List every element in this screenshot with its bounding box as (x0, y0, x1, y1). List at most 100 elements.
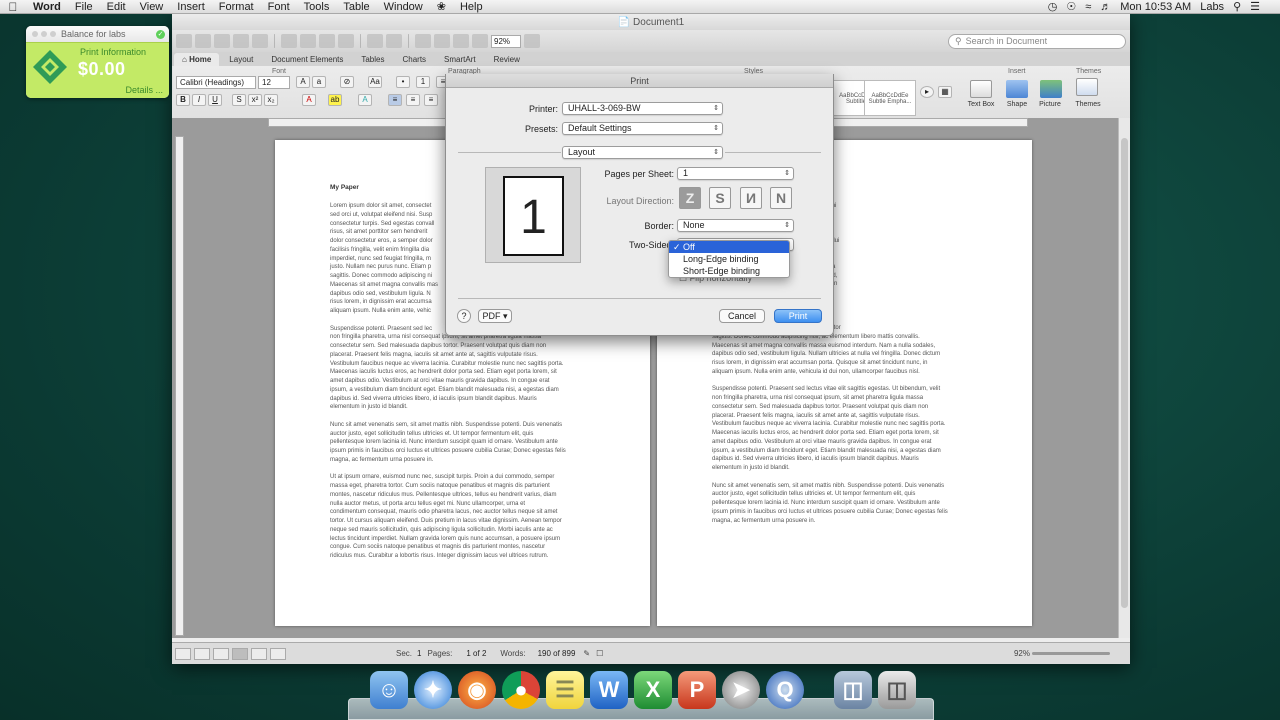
menu-table[interactable]: Table (336, 0, 376, 14)
cancel-button[interactable]: Cancel (719, 309, 765, 323)
launchpad-icon[interactable]: ➤ (722, 671, 760, 709)
shrink-font-icon[interactable]: a (312, 76, 326, 88)
safari-icon[interactable]: ✦ (414, 671, 452, 709)
chrome-icon[interactable]: ● (502, 671, 540, 709)
finder-icon[interactable]: ☺ (370, 671, 408, 709)
print-button[interactable]: Print (774, 309, 822, 323)
firefox-icon[interactable]: ◉ (458, 671, 496, 709)
menu-help[interactable]: Help (453, 0, 490, 14)
media-browser-icon[interactable] (472, 34, 488, 48)
powerpoint-icon[interactable]: P (678, 671, 716, 709)
underline-icon[interactable]: U (208, 94, 222, 106)
font-color-icon[interactable]: A (302, 94, 316, 106)
clear-formatting-icon[interactable]: ⊘ (340, 76, 354, 88)
text-box-icon[interactable] (970, 80, 992, 98)
superscript-icon[interactable]: x² (248, 94, 262, 106)
print-icon[interactable] (252, 34, 268, 48)
grow-font-icon[interactable]: A (296, 76, 310, 88)
minimize-dot-icon[interactable] (41, 31, 47, 37)
bullets-icon[interactable]: • (396, 76, 410, 88)
copy-icon[interactable] (300, 34, 316, 48)
two-sided-option-off[interactable]: ✓ Off (669, 241, 789, 253)
stickies-icon[interactable]: ☰ (546, 671, 584, 709)
layout-direction-s-icon[interactable]: S (709, 187, 731, 209)
picture-icon[interactable] (1040, 80, 1062, 98)
focus-view-icon[interactable] (270, 647, 286, 660)
outline-view-icon[interactable] (194, 647, 210, 660)
sidebar-icon[interactable] (434, 34, 450, 48)
pages-per-sheet-select[interactable]: 1 ⇕ (677, 167, 794, 180)
menu-font[interactable]: Font (261, 0, 297, 14)
menu-insert[interactable]: Insert (170, 0, 212, 14)
menu-view[interactable]: View (133, 0, 171, 14)
help-icon[interactable] (524, 34, 540, 48)
volume-icon[interactable]: ♬ (1100, 0, 1111, 14)
print-section-select[interactable]: Layout ⇕ (562, 146, 723, 159)
styles-pane-icon[interactable]: ▦ (938, 86, 952, 98)
track-changes-icon[interactable]: ☐ (596, 649, 603, 658)
menu-tools[interactable]: Tools (297, 0, 337, 14)
layout-direction-reverse-n-icon[interactable]: И (740, 187, 762, 209)
align-right-icon[interactable]: ≡ (424, 94, 438, 106)
spotlight-icon[interactable]: ⚲ (1233, 0, 1241, 14)
font-name-field[interactable]: Calibri (Headings) (176, 76, 256, 89)
border-select[interactable]: None ⇕ (677, 219, 794, 232)
layout-direction-n-icon[interactable]: N (770, 187, 792, 209)
show-paragraph-icon[interactable] (415, 34, 431, 48)
search-input[interactable]: ⚲ Search in Document (948, 33, 1126, 49)
vertical-scrollbar[interactable] (1118, 118, 1130, 638)
wifi-icon[interactable]: ≈ (1085, 0, 1091, 14)
paste-icon[interactable] (319, 34, 335, 48)
zoom-dot-icon[interactable] (50, 31, 56, 37)
excel-icon[interactable]: X (634, 671, 672, 709)
menu-window[interactable]: Window (377, 0, 430, 14)
italic-icon[interactable]: I (192, 94, 206, 106)
shape-icon[interactable] (1006, 80, 1028, 98)
applications-folder-icon[interactable]: ◫ (834, 671, 872, 709)
notebook-view-icon[interactable] (251, 647, 267, 660)
menu-format[interactable]: Format (212, 0, 261, 14)
scroll-thumb[interactable] (1121, 138, 1128, 608)
styles-next-icon[interactable]: ▸ (920, 86, 934, 98)
templates-icon[interactable] (195, 34, 211, 48)
presets-select[interactable]: Default Settings ⇕ (562, 122, 723, 135)
details-link[interactable]: Details ... (125, 85, 163, 95)
user-name[interactable]: Labs (1200, 0, 1224, 14)
numbering-icon[interactable]: 1 (416, 76, 430, 88)
text-effects-icon[interactable]: A (358, 94, 372, 106)
menu-file[interactable]: File (68, 0, 100, 14)
subscript-icon[interactable]: x₂ (264, 94, 278, 106)
zoom-slider[interactable] (1032, 652, 1110, 655)
redo-icon[interactable] (386, 34, 402, 48)
change-case-icon[interactable]: Aa (368, 76, 382, 88)
trash-icon[interactable]: ◫ (878, 671, 916, 709)
quicktime-icon[interactable]: Q (766, 671, 804, 709)
style-subtle-emphasis[interactable]: AaBbCcDdEe Subtle Empha... (864, 80, 916, 116)
font-size-field[interactable]: 12 (258, 76, 290, 89)
save-icon[interactable] (233, 34, 249, 48)
draft-view-icon[interactable] (175, 647, 191, 660)
bold-icon[interactable]: B (176, 94, 190, 106)
notification-center-icon[interactable]: ☰ (1250, 0, 1260, 14)
bluetooth-icon[interactable]: ☉ (1066, 0, 1076, 14)
tab-review[interactable]: Review (486, 53, 528, 66)
tab-document-elements[interactable]: Document Elements (263, 53, 351, 66)
publishing-view-icon[interactable] (213, 647, 229, 660)
highlight-icon[interactable]: ab (328, 94, 342, 106)
tab-smartart[interactable]: SmartArt (436, 53, 484, 66)
themes-icon[interactable] (1076, 78, 1098, 96)
undo-icon[interactable] (367, 34, 383, 48)
tab-charts[interactable]: Charts (394, 53, 434, 66)
close-dot-icon[interactable] (32, 31, 38, 37)
menu-app-word[interactable]: Word (26, 0, 68, 14)
menu-edit[interactable]: Edit (100, 0, 133, 14)
clock[interactable]: Mon 10:53 AM (1120, 0, 1191, 14)
zoom-field[interactable]: 92% (491, 34, 521, 48)
help-button[interactable]: ? (457, 309, 471, 323)
format-painter-icon[interactable] (338, 34, 354, 48)
two-sided-option-short-edge[interactable]: Short-Edge binding (669, 265, 789, 277)
apple-menu-icon[interactable]:  (0, 0, 26, 14)
strikethrough-icon[interactable]: S (232, 94, 246, 106)
vertical-ruler[interactable] (175, 136, 184, 636)
align-center-icon[interactable]: ≡ (406, 94, 420, 106)
